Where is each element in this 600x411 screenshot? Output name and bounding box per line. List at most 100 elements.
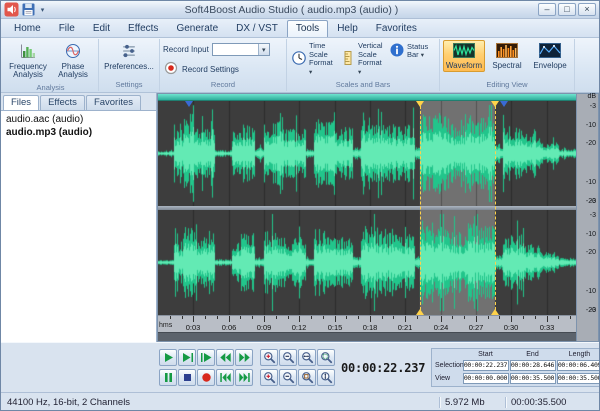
save-icon[interactable] [21,3,36,17]
ribbon-group-settings: Preferences... Settings [99,39,160,91]
ruler-tick [476,316,477,322]
vertical-scale-format-button[interactable]: Vertical Scale Format ▾ [339,40,387,79]
forward-button[interactable] [235,349,253,366]
view-length-field[interactable]: 00:00:35.500 [557,373,600,384]
tab-generate[interactable]: Generate [167,20,227,37]
transport-bar: 00:00:22.237 Start End Length Selection … [1,342,599,392]
record-input-dropdown-icon[interactable]: ▾ [258,44,269,55]
ruler-label: 0:33 [537,323,557,332]
go-start-button[interactable] [216,369,234,386]
overview-strip[interactable] [158,94,576,101]
ruler-tick [205,316,206,319]
ribbon-tab-bar: Home File Edit Effects Generate DX / VST… [1,19,599,38]
file-item-audio-mp3[interactable]: audio.mp3 (audio) [1,126,156,139]
selection-end-field[interactable]: 00:00:28.646 [510,360,556,371]
app-window: ▾ Soft4Boost Audio Studio ( audio.mp3 (a… [0,0,600,411]
record-button[interactable] [197,369,215,386]
ruler-tick [346,316,347,319]
envelope-view-label: Envelope [533,62,566,71]
tab-tools[interactable]: Tools [287,20,328,37]
ruler-tick [429,316,430,319]
ruler-label: 0:03 [183,323,203,332]
ruler-tick [264,316,265,322]
panel-tab-favorites[interactable]: Favorites [86,95,141,110]
scrollbar-strip[interactable] [158,332,576,341]
cue-marker-2[interactable] [500,101,508,107]
play-button[interactable] [159,349,177,366]
preferences-button[interactable]: Preferences... [102,40,156,73]
ruler-tick [276,316,277,319]
selection-length-field[interactable]: 00:00:06.409 [557,360,600,371]
panel-tab-effects[interactable]: Effects [40,95,85,110]
rewind-button[interactable] [216,349,234,366]
zoom-selection-button[interactable] [298,369,316,386]
frequency-analysis-button[interactable]: Frequency Analysis [6,40,50,82]
maximize-button[interactable]: □ [558,3,576,16]
ruler-tick [335,316,336,322]
preferences-icon [121,43,137,62]
ruler-label: 0:12 [289,323,309,332]
view-end-field[interactable]: 00:00:35.500 [510,373,556,384]
ruler-tick [405,316,406,322]
tab-effects[interactable]: Effects [119,20,167,37]
view-start-field[interactable]: 00:00:00.000 [463,373,509,384]
frequency-analysis-icon [20,43,36,62]
zoom-horizontal-button[interactable] [298,349,316,366]
tab-favorites[interactable]: Favorites [367,20,426,37]
time-scale-label: Time Scale Format [309,41,333,67]
tab-help[interactable]: Help [328,20,367,37]
tab-home[interactable]: Home [5,20,50,37]
selection-start-field[interactable]: 00:00:22.237 [463,360,509,371]
record-settings-button[interactable]: Record Settings [163,60,283,78]
time-scale-format-button[interactable]: Time Scale Format ▾ [290,40,338,79]
ruler-tick [370,316,371,322]
group-caption-editing-view: Editing View [443,79,571,91]
zoom-in-vertical-button[interactable] [260,369,278,386]
selection-end-marker[interactable] [491,101,499,107]
minimize-button[interactable]: – [538,3,556,16]
zoom-out-vertical-button[interactable] [279,369,297,386]
waveform-channel-left[interactable] [158,101,576,206]
record-input-combobox[interactable]: ▾ [212,43,270,56]
ruler-label: 0:09 [254,323,274,332]
time-ruler[interactable]: hms0:030:060:090:120:150:180:210:240:270… [158,315,576,332]
ribbon: Frequency Analysis Phase Analysis Analys… [1,38,599,93]
ruler-tick [441,316,442,322]
pause-button[interactable] [159,369,177,386]
tab-dx-vst[interactable]: DX / VST [227,20,287,37]
envelope-view-button[interactable]: Envelope [529,40,571,72]
panel-tab-files[interactable]: Files [3,95,39,110]
zoom-in-button[interactable] [260,349,278,366]
quick-access-dropdown-icon[interactable]: ▾ [38,6,47,14]
status-bar-icon [389,42,405,61]
stop-button[interactable] [178,369,196,386]
ruler-tick [382,316,383,319]
phase-analysis-button[interactable]: Phase Analysis [51,40,95,82]
selection-start-marker[interactable] [416,101,424,107]
ribbon-group-editing-view: Waveform Spectral Envelope Editing View [440,39,575,91]
zoom-all-button[interactable] [317,369,335,386]
waveform-view-button[interactable]: Waveform [443,40,485,72]
tab-edit[interactable]: Edit [84,20,119,37]
ruler-tick [193,316,194,322]
vertical-scale-icon [340,50,356,69]
play-file-button[interactable] [178,349,196,366]
status-bar-button[interactable]: Status Bar ▾ [388,40,436,63]
time-display: 00:00:22.237 [341,361,423,375]
preferences-label: Preferences... [104,63,154,72]
zoom-out-button[interactable] [279,349,297,366]
zoom-full-button[interactable] [317,349,335,366]
db-label: -3 [590,212,596,219]
tab-file[interactable]: File [50,20,84,37]
close-button[interactable]: × [578,3,596,16]
play-selection-button[interactable] [197,349,215,366]
waveform-channels [158,101,576,315]
waveform-channel-right[interactable] [158,210,576,315]
column-header-end: End [509,350,556,359]
status-total-length: 00:00:35.500 [505,397,599,408]
ruler-tick [252,316,253,319]
spectral-view-button[interactable]: Spectral [486,40,528,72]
cue-marker-1[interactable] [185,101,193,107]
file-item-audio-aac[interactable]: audio.aac (audio) [1,113,156,126]
go-end-button[interactable] [235,369,253,386]
